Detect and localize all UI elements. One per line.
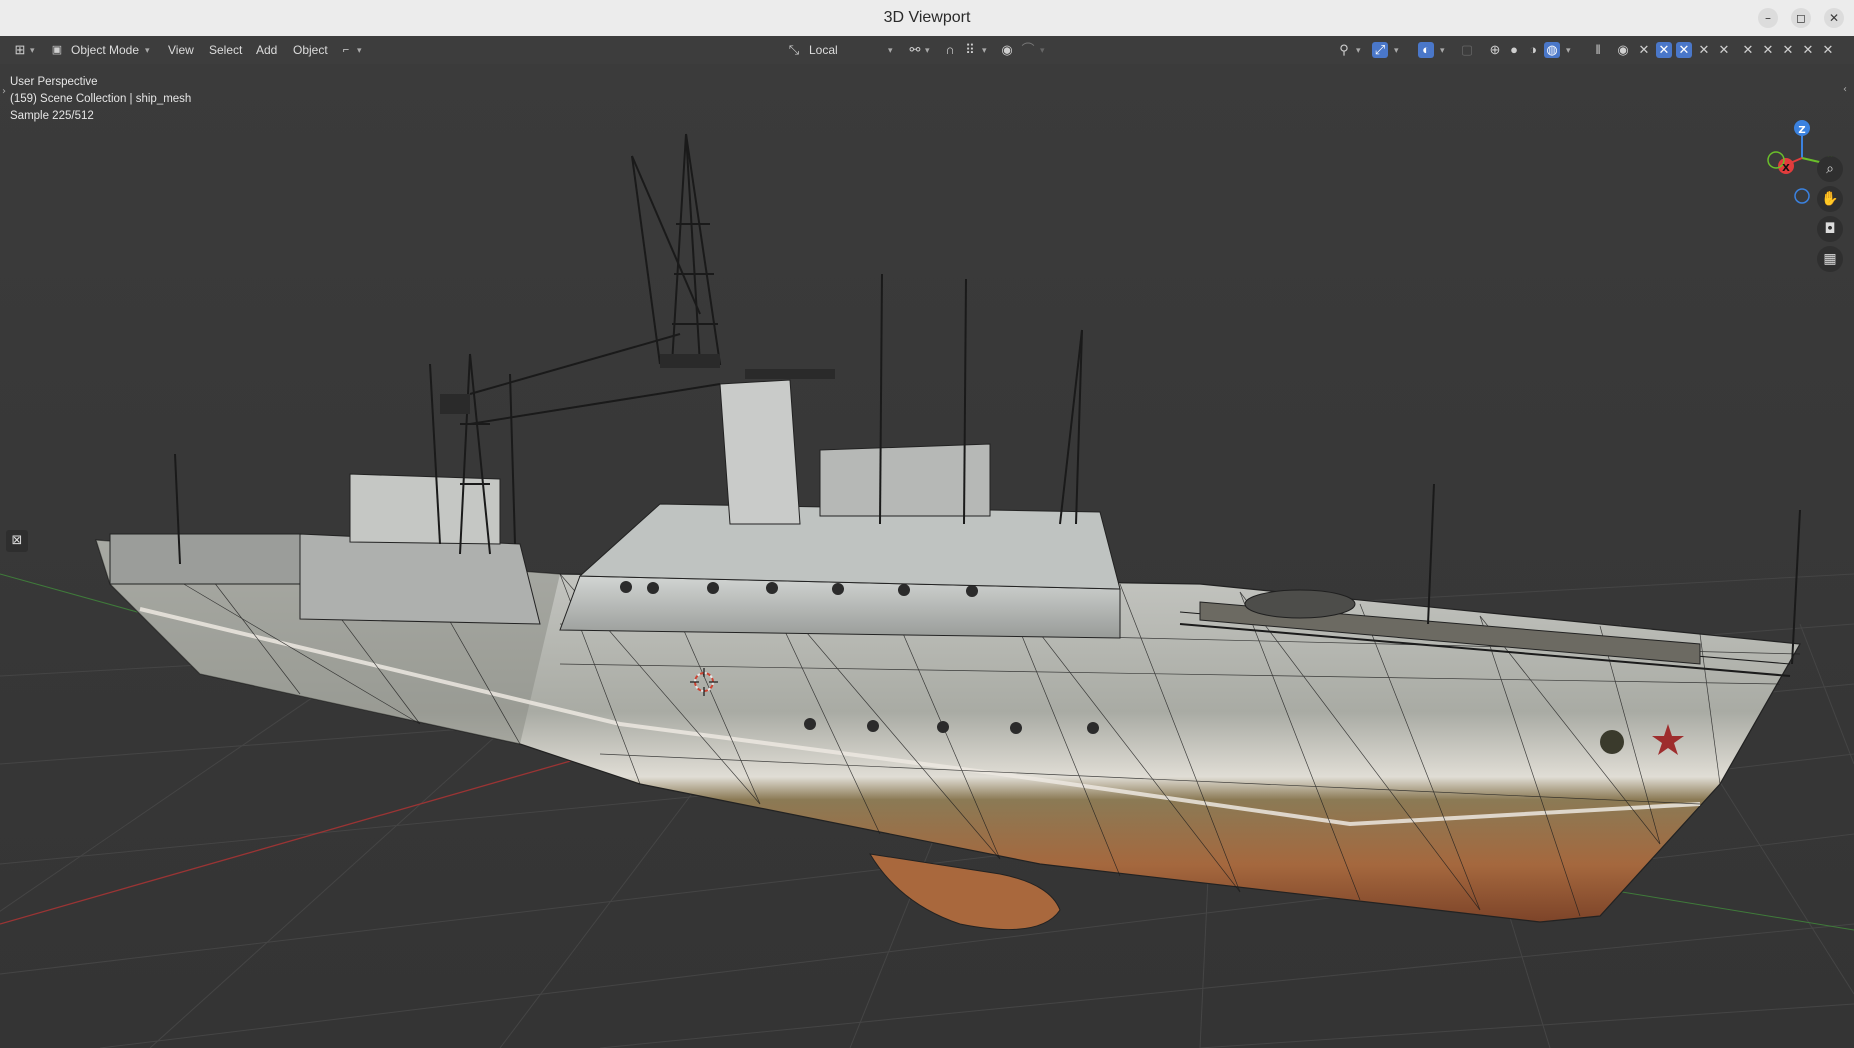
view-name: User Perspective [10,76,98,88]
snap-magnet-icon[interactable]: ∩ [942,42,958,58]
orientation-dropdown[interactable]: Local [809,36,838,64]
scene-tool-icon[interactable]: ✕ [1696,42,1712,58]
zoom-icon[interactable]: ⌕ [1817,156,1843,182]
xray-toggle-icon[interactable]: ▢ [1459,42,1475,58]
chevron-down-icon: ▾ [1566,45,1571,55]
scene-render [0,64,1854,1048]
snap-target-icon[interactable]: ⌐ [338,42,354,58]
scene-tool-icon[interactable]: ✕ [1636,42,1652,58]
scene-tool-icon[interactable]: ✕ [1716,42,1732,58]
chevron-down-icon: ▾ [888,45,893,55]
visibility-selectability-icon[interactable]: ⚲ [1336,42,1352,58]
pause-render-icon[interactable]: ‖ [1590,42,1606,58]
chevron-down-icon: ▾ [1394,45,1399,55]
eye-icon[interactable]: ◉ [1615,42,1631,58]
gizmo-z-label[interactable]: Z [1796,125,1808,136]
scene-tool-icon[interactable]: ✕ [1820,42,1836,58]
scene-tool-icon[interactable]: ✕ [1760,42,1776,58]
window-titlebar: 3D Viewport – ◻ ✕ [0,0,1854,37]
camera-view-icon[interactable]: ◘ [1817,216,1843,242]
scene-tool-active-icon[interactable]: ✕ [1676,42,1692,58]
menu-add[interactable]: Add [256,36,277,64]
gizmo-x-label[interactable]: X [1780,163,1792,174]
pan-hand-icon[interactable]: ✋ [1817,186,1843,212]
shading-material-icon[interactable]: ◑ [1525,42,1541,58]
chevron-down-icon: ▾ [1356,45,1361,55]
shading-wireframe-icon[interactable]: ⊕ [1487,42,1503,58]
menu-select[interactable]: Select [209,36,242,64]
toolbox-icon[interactable]: ⊠ [6,530,28,552]
editor-type-icon[interactable]: ⊞ [12,42,28,58]
chevron-down-icon: ▾ [357,45,362,55]
shading-rendered-icon[interactable]: ◍ [1544,42,1560,58]
scene-tool-icon[interactable]: ✕ [1740,42,1756,58]
chevron-down-icon: ▾ [1040,45,1045,55]
falloff-icon[interactable]: ⌒ [1020,42,1036,58]
menu-view[interactable]: View [168,36,194,64]
chevron-down-icon: ▾ [1440,45,1445,55]
chevron-down-icon: ▾ [30,45,35,55]
object-mode-icon: ▣ [51,44,63,56]
viewport-3d[interactable]: User Perspective (159) Scene Collection … [0,64,1854,1048]
menu-object[interactable]: Object [293,36,328,64]
scene-tool-icon[interactable]: ✕ [1800,42,1816,58]
restore-button[interactable]: ◻ [1791,8,1811,28]
ortho-grid-icon[interactable]: ▦ [1817,246,1843,272]
snap-increment-icon[interactable]: ⠿ [962,42,978,58]
minimize-button[interactable]: – [1758,8,1778,28]
transform-orientation-icon: ⤡ [788,42,800,57]
collection-object-info: (159) Scene Collection | ship_mesh [10,93,192,105]
chevron-down-icon: ▾ [925,45,930,55]
pivot-point-icon[interactable]: ⚯ [907,42,923,58]
window-title: 3D Viewport [883,9,971,26]
scene-tool-icon[interactable]: ✕ [1780,42,1796,58]
shading-solid-icon[interactable]: ● [1506,42,1522,58]
overlays-toggle-icon[interactable]: ◐ [1418,42,1434,58]
mode-dropdown[interactable]: Object Mode [71,36,139,64]
sidebar-toggle-icon[interactable]: ‹ [1843,84,1847,95]
chevron-down-icon: ▾ [145,45,150,55]
gizmo-toggle-icon[interactable]: ⤢ [1372,42,1388,58]
viewport-header: ⊞ ▾ ▣ Object Mode ▾ View Select Add Obje… [0,36,1854,64]
render-sample-count: Sample 225/512 [10,110,94,122]
close-button[interactable]: ✕ [1824,8,1844,28]
toolbar-toggle-icon[interactable]: › [2,86,6,97]
chevron-down-icon: ▾ [982,45,987,55]
scene-tool-active-icon[interactable]: ✕ [1656,42,1672,58]
proportional-edit-icon[interactable]: ◉ [999,42,1015,58]
